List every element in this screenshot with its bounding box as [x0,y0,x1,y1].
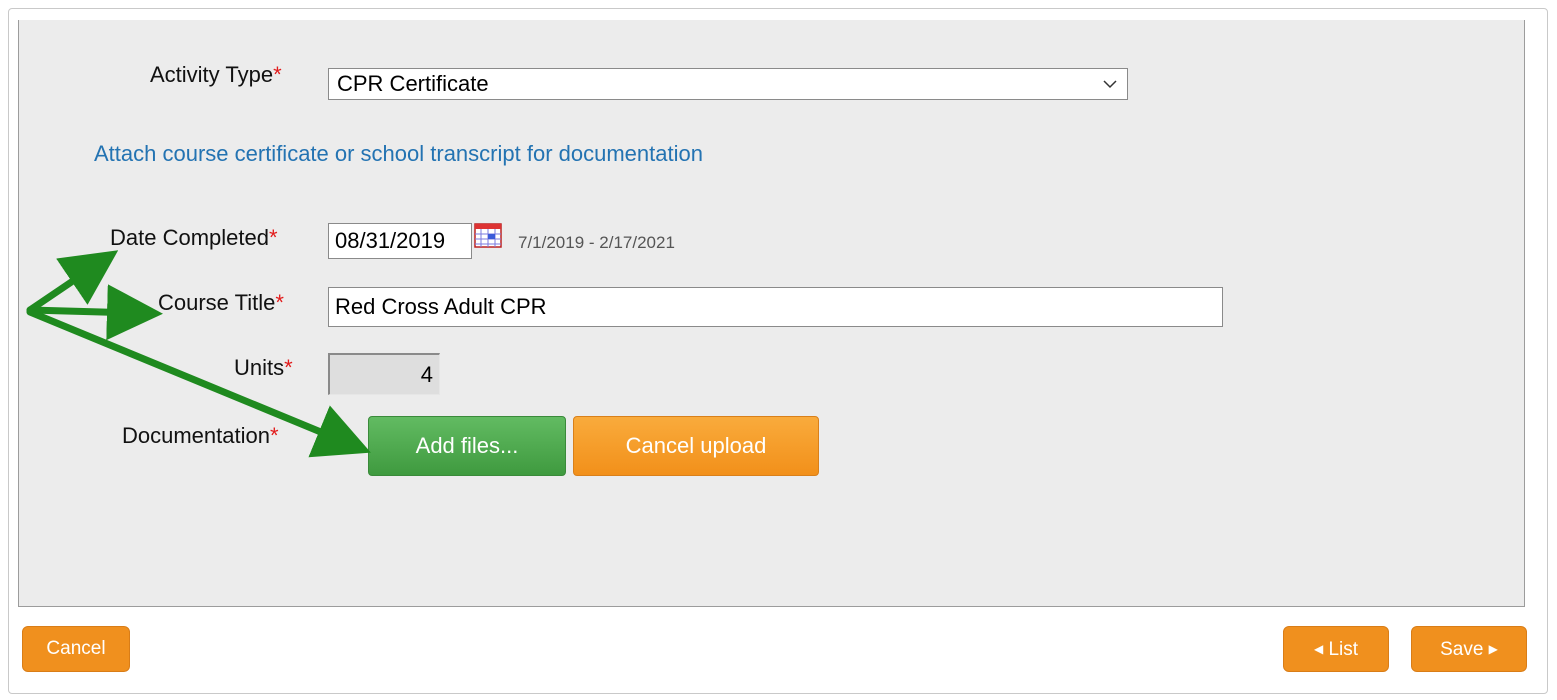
course-title-label: Course Title* [158,290,284,315]
chevron-down-icon [1103,80,1117,89]
required-marker: * [284,355,293,380]
triangle-left-icon: ◀ [1313,642,1324,656]
triangle-right-icon: ▶ [1488,642,1498,656]
date-completed-input[interactable] [328,223,472,259]
save-button-label: Save [1440,639,1484,660]
units-input [328,353,440,395]
footer-divider [18,606,1525,607]
save-button[interactable]: Save ▶ [1411,626,1527,672]
calendar-icon[interactable] [474,222,502,248]
list-button[interactable]: ◀ List [1283,626,1389,672]
cancel-button[interactable]: Cancel [22,626,130,672]
units-label: Units* [234,355,293,380]
add-files-button[interactable]: Add files... [368,416,566,476]
date-range-hint: 7/1/2019 - 2/17/2021 [518,233,675,252]
documentation-label: Documentation* [122,423,279,448]
required-marker: * [268,225,278,250]
activity-type-select[interactable]: CPR Certificate [328,68,1128,100]
required-marker: * [269,423,279,448]
documentation-help-text: Attach course certificate or school tran… [94,141,703,166]
activity-type-value: CPR Certificate [337,71,489,96]
list-button-label: List [1328,639,1359,660]
required-marker: * [273,62,282,87]
course-title-input[interactable] [328,287,1223,327]
required-marker: * [275,290,284,315]
date-completed-label: Date Completed* [110,225,278,250]
cancel-upload-button[interactable]: Cancel upload [573,416,819,476]
activity-type-label: Activity Type* [150,62,282,87]
